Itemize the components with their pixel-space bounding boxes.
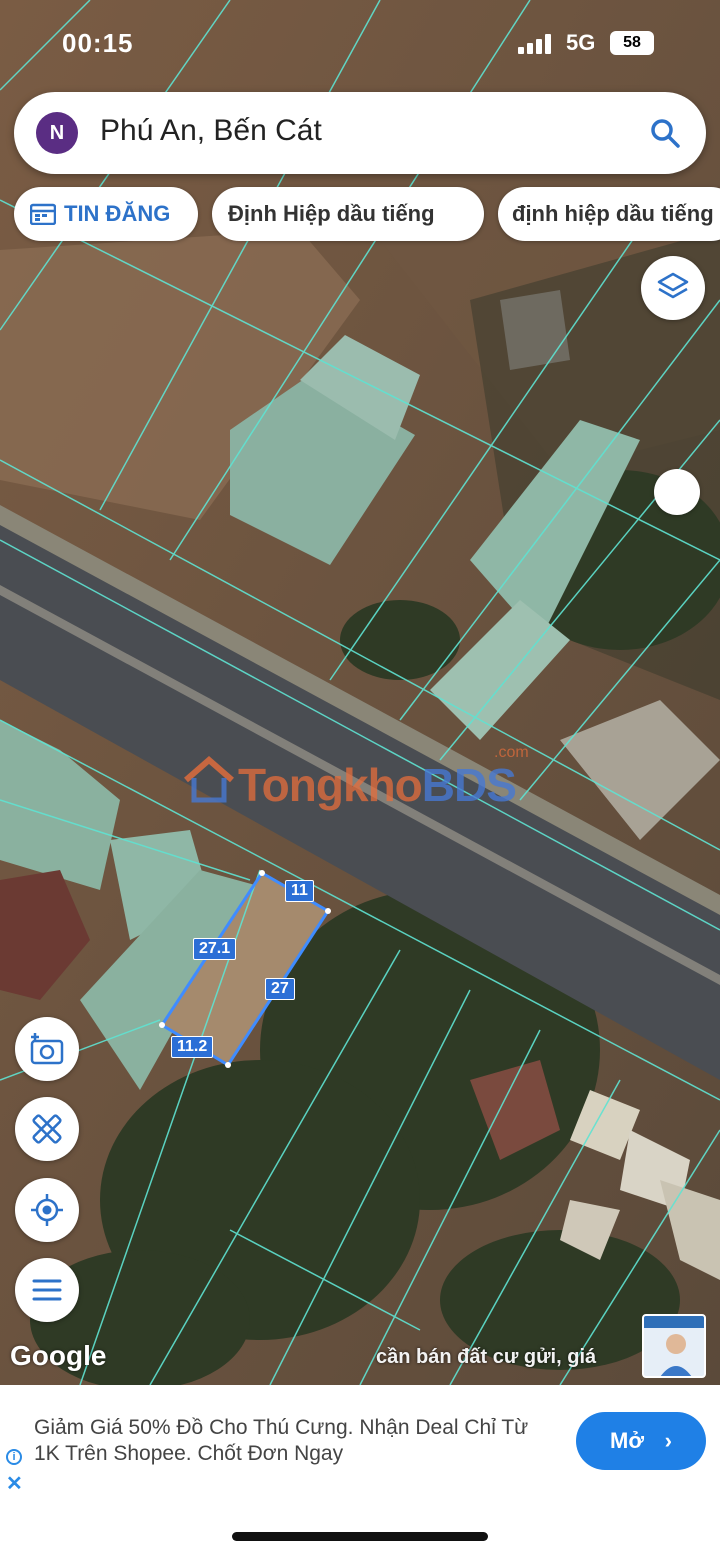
add-photo-button[interactable] [15,1017,79,1081]
menu-icon [32,1279,62,1301]
home-indicator[interactable] [232,1532,488,1541]
measure-tools-icon [32,1114,62,1144]
status-bar: 00:15 5G 58 [0,0,720,84]
person-icon [644,1316,704,1376]
layers-icon [657,272,689,299]
search-bar[interactable]: N Phú An, Bến Cát [14,92,706,174]
ad-close-icon[interactable]: ✕ [6,1471,23,1496]
measure-button[interactable] [15,1097,79,1161]
dimension-label-right: 27 [265,978,295,1000]
network-type: 5G [566,30,596,55]
my-location-button[interactable] [15,1178,79,1242]
search-icon[interactable] [648,116,682,150]
add-photo-icon [30,1033,64,1065]
ad-open-button[interactable]: Mở › [576,1412,706,1470]
ad-open-label: Mở [610,1428,644,1453]
map-slider-handle[interactable] [654,469,700,515]
ad-banner[interactable]: Giảm Giá 50% Đồ Cho Thú Cưng. Nhận Deal … [0,1385,720,1495]
calendar-icon [30,203,56,225]
chip-recent-search[interactable]: định hiệp dầu tiếng [498,187,720,241]
dimension-label-bottom: 11.2 [171,1036,214,1058]
watermark-suffix: .com [494,744,529,761]
listing-caption[interactable]: cần bán đất cư gửi, giá [376,1346,596,1369]
watermark-text: TongkhoBDS [238,759,517,811]
house-icon [184,756,234,803]
agent-avatar[interactable] [642,1314,706,1378]
dimension-label-top: 11 [285,880,314,902]
app-logo-icon: N [36,112,78,154]
ad-info-icon[interactable]: i [6,1449,22,1465]
chip-label: định hiệp dầu tiếng [512,201,714,226]
chip-label: Định Hiệp dầu tiếng [228,201,435,226]
menu-button[interactable] [15,1258,79,1322]
chevron-right-icon: › [664,1428,672,1453]
chip-recent-search[interactable]: Định Hiệp dầu tiếng [212,187,484,241]
google-attribution: Google [10,1340,107,1371]
chip-listings[interactable]: TIN ĐĂNG [14,187,198,241]
watermark-logo: TongkhoBDS .com [182,744,562,814]
layers-button[interactable] [641,256,705,320]
bottom-safe-area [0,1495,720,1555]
my-location-icon [31,1194,63,1226]
battery-icon: 58 [610,31,654,55]
chip-label: TIN ĐĂNG [64,201,171,226]
search-input[interactable]: Phú An, Bến Cát [100,114,322,148]
status-time: 00:15 [62,28,134,58]
ad-text[interactable]: Giảm Giá 50% Đồ Cho Thú Cưng. Nhận Deal … [34,1415,554,1467]
signal-icon [518,34,554,54]
dimension-label-left: 27.1 [193,938,237,960]
